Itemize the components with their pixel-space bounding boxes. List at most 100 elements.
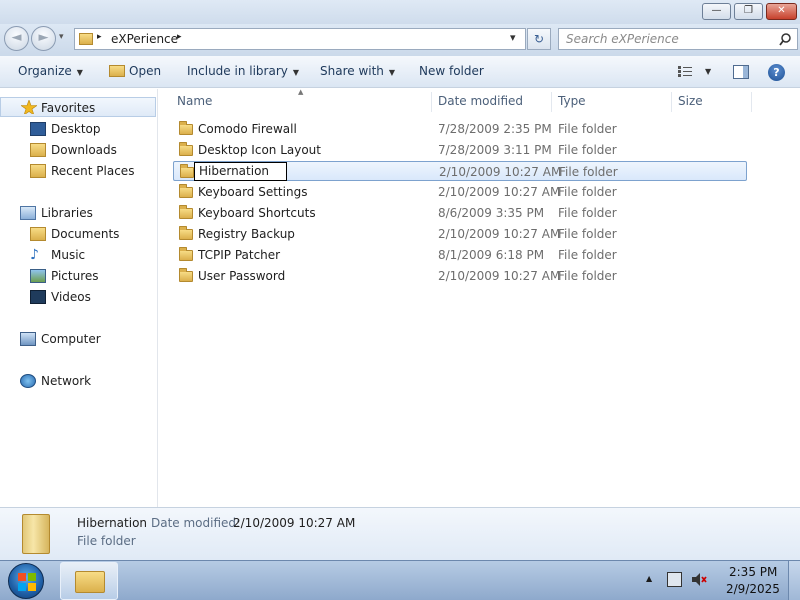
music-icon: ♪: [30, 247, 39, 263]
search-icon[interactable]: [779, 33, 792, 46]
include-in-library-button[interactable]: Include in library ▼: [187, 64, 299, 78]
libraries-icon: [20, 206, 36, 220]
open-button[interactable]: Open: [109, 64, 161, 78]
sidebar-item-label: Videos: [51, 290, 91, 304]
window-title-bar[interactable]: — ❐ ✕: [0, 0, 800, 24]
sidebar-item-label: Computer: [41, 332, 101, 346]
forward-button[interactable]: ►: [31, 26, 56, 51]
file-name: Keyboard Shortcuts: [198, 206, 316, 220]
pictures-icon: [30, 269, 46, 283]
breadcrumb-location[interactable]: eXPerience: [111, 32, 178, 46]
file-type: File folder: [558, 122, 617, 136]
file-date: 8/6/2009 3:35 PM: [438, 206, 545, 220]
column-header-size[interactable]: Size: [674, 92, 752, 112]
chevron-down-icon: ▼: [388, 68, 396, 77]
address-dropdown-button[interactable]: ▾: [510, 31, 516, 44]
desktop-icon: [30, 122, 46, 136]
taskbar-explorer-button[interactable]: [60, 562, 118, 600]
sidebar-item-recent-places[interactable]: Recent Places: [0, 161, 156, 181]
search-input[interactable]: Search eXPerience: [566, 32, 679, 46]
navigation-bar: ◄ ► ▾ ▸ eXPerience ▸ ▾ ↻ Search eXPerien…: [0, 24, 800, 56]
sidebar-item-favorites[interactable]: Favorites: [0, 97, 156, 117]
table-row[interactable]: Comodo Firewall 7/28/2009 2:35 PM File f…: [173, 119, 747, 139]
search-box[interactable]: Search eXPerience: [558, 28, 798, 50]
table-row[interactable]: User Password 2/10/2009 10:27 AM File fo…: [173, 266, 747, 286]
documents-icon: [30, 227, 46, 241]
show-hidden-icons-button[interactable]: ▲: [646, 574, 652, 583]
file-type: File folder: [558, 206, 617, 220]
details-view-icon: [678, 66, 692, 77]
folder-icon: [179, 121, 193, 135]
back-button[interactable]: ◄: [4, 26, 29, 51]
sidebar-item-label: Pictures: [51, 269, 99, 283]
details-date-label: Date modified:: [151, 516, 241, 530]
videos-icon: [30, 290, 46, 304]
large-folder-icon: [22, 514, 50, 554]
show-desktop-button[interactable]: [788, 561, 800, 600]
sidebar-item-label: Documents: [51, 227, 120, 241]
new-folder-button[interactable]: New folder: [419, 64, 484, 78]
table-row[interactable]: Keyboard Shortcuts 8/6/2009 3:35 PM File…: [173, 203, 747, 223]
sidebar-item-label: Recent Places: [51, 164, 135, 178]
sidebar-item-network[interactable]: Network: [0, 371, 156, 391]
volume-muted-icon[interactable]: [691, 572, 707, 587]
taskbar: ▲ 2:35 PM 2/9/2025: [0, 560, 800, 600]
sidebar-item-libraries[interactable]: Libraries: [0, 203, 156, 223]
column-header-name[interactable]: Name: [173, 92, 432, 112]
recent-pages-button[interactable]: ▾: [59, 32, 64, 42]
preview-pane-icon: [743, 66, 748, 78]
start-button[interactable]: [8, 563, 44, 599]
file-type: File folder: [559, 165, 618, 179]
open-label: Open: [129, 64, 162, 78]
sidebar-item-label: Libraries: [41, 206, 93, 220]
breadcrumb-separator[interactable]: ▸: [177, 32, 182, 42]
windows-logo-icon: [18, 573, 36, 591]
table-row[interactable]: Registry Backup 2/10/2009 10:27 AM File …: [173, 224, 747, 244]
file-type: File folder: [558, 185, 617, 199]
chevron-down-icon: ▼: [76, 68, 83, 77]
file-name: Keyboard Settings: [198, 185, 308, 199]
minimize-button[interactable]: —: [702, 3, 731, 20]
clock-time[interactable]: 2:35 PM: [729, 565, 777, 579]
file-name: Desktop Icon Layout: [198, 143, 321, 157]
view-dropdown-chevron-icon[interactable]: ▼: [705, 67, 711, 76]
sidebar-item-videos[interactable]: Videos: [0, 287, 156, 307]
table-row[interactable]: Keyboard Settings 2/10/2009 10:27 AM Fil…: [173, 182, 747, 202]
rename-input[interactable]: Hibernation: [194, 162, 287, 181]
sidebar-item-label: Network: [41, 374, 92, 388]
table-row-selected[interactable]: Hibernation 2/10/2009 10:27 AM File fold…: [173, 161, 747, 181]
folder-icon: [179, 142, 193, 156]
action-center-icon[interactable]: [667, 572, 682, 587]
back-arrow-icon: ◄: [11, 30, 22, 45]
column-header-type[interactable]: Type: [554, 92, 672, 112]
sidebar-item-pictures[interactable]: Pictures: [0, 266, 156, 286]
breadcrumb-separator[interactable]: ▸: [97, 32, 102, 42]
preview-pane-button[interactable]: [733, 65, 749, 79]
sidebar-item-label: Downloads: [51, 143, 117, 157]
sidebar-item-label: Favorites: [41, 101, 96, 115]
sidebar-item-desktop[interactable]: Desktop: [0, 119, 156, 139]
help-button[interactable]: ?: [768, 64, 785, 81]
downloads-icon: [30, 143, 46, 157]
table-row[interactable]: TCPIP Patcher 8/1/2009 6:18 PM File fold…: [173, 245, 747, 265]
forward-arrow-icon: ►: [38, 30, 49, 45]
clock-date[interactable]: 2/9/2025: [726, 582, 780, 596]
file-type: File folder: [558, 248, 617, 262]
sidebar-item-documents[interactable]: Documents: [0, 224, 156, 244]
close-button[interactable]: ✕: [766, 3, 797, 20]
table-row[interactable]: Desktop Icon Layout 7/28/2009 3:11 PM Fi…: [173, 140, 747, 160]
address-bar[interactable]: ▸ eXPerience ▸ ▾: [74, 28, 526, 50]
sidebar-item-music[interactable]: ♪ Music: [0, 245, 156, 265]
sidebar-item-label: Desktop: [51, 122, 101, 136]
sidebar-item-computer[interactable]: Computer: [0, 329, 156, 349]
share-with-button[interactable]: Share with ▼: [320, 64, 395, 78]
maximize-button[interactable]: ❐: [734, 3, 763, 20]
view-options-button[interactable]: [678, 66, 692, 77]
organize-button[interactable]: Organize ▼: [18, 64, 83, 78]
file-date: 7/28/2009 3:11 PM: [438, 143, 552, 157]
sidebar-item-downloads[interactable]: Downloads: [0, 140, 156, 160]
column-header-date-modified[interactable]: Date modified: [434, 92, 552, 112]
refresh-button[interactable]: ↻: [527, 28, 551, 50]
folder-icon: [179, 205, 193, 219]
open-folder-icon: [109, 65, 125, 77]
